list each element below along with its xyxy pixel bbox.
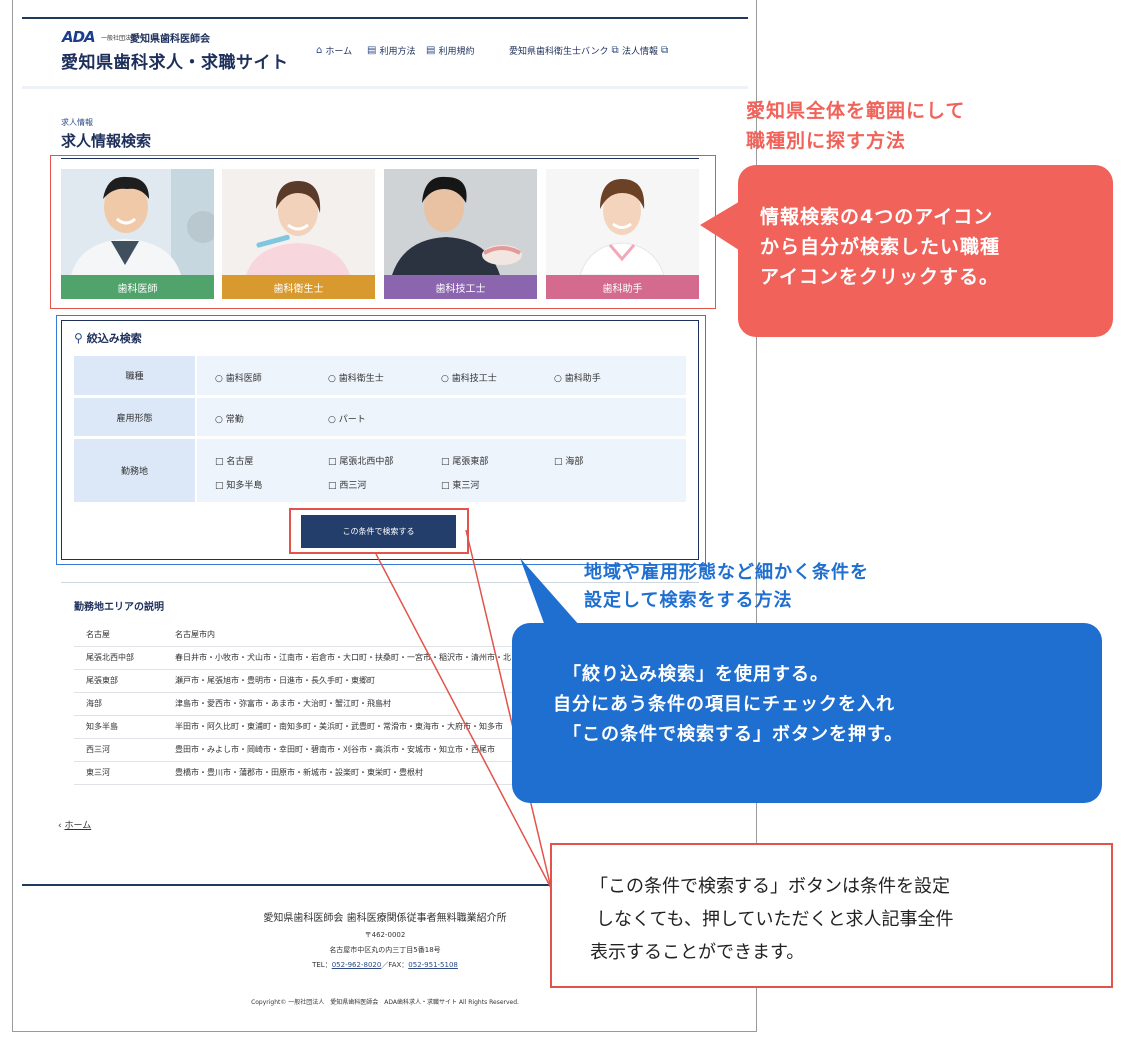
- annotation-line: 「この条件で検索する」ボタンは条件を設定: [590, 876, 950, 897]
- annotation-red-title-line: 愛知県全体を範囲にして: [746, 100, 966, 122]
- annotation-line: から自分が検索したい職種: [760, 236, 1001, 258]
- blue-bubble-pointer: [520, 558, 580, 626]
- annotation-red-title-line: 職種別に探す方法: [746, 130, 907, 152]
- annotation-blue-bubble-text: 「絞り込み検索」を使用する。 自分にあう条件の項目にチェックを入れ 「この条件で…: [553, 660, 1073, 750]
- annotation-note-text: 「この条件で検索する」ボタンは条件を設定 しなくても、押していただくと求人記事全…: [590, 870, 1100, 969]
- annotation-line: 表示することができます。: [590, 942, 805, 963]
- annotation-line: 情報検索の4つのアイコン: [760, 206, 994, 228]
- annotation-line: 「この条件で検索する」ボタンを押す。: [563, 724, 904, 745]
- annotation-blue-title-line: 地域や雇用形態など細かく条件を: [584, 562, 869, 583]
- annotation-line: しなくても、押していただくと求人記事全件: [596, 909, 954, 930]
- annotation-red-title: 愛知県全体を範囲にして 職種別に探す方法: [746, 96, 965, 156]
- annotation-red-bubble-text: 情報検索の4つのアイコン から自分が検索したい職種 アイコンをクリックする。: [760, 202, 1000, 292]
- annotation-line: アイコンをクリックする。: [760, 266, 1000, 288]
- annotation-blue-title: 地域や雇用形態など細かく条件を 設定して検索をする方法: [584, 559, 869, 615]
- annotation-blue-title-line: 設定して検索をする方法: [584, 590, 793, 611]
- annotation-line: 自分にあう条件の項目にチェックを入れ: [553, 694, 895, 715]
- red-bubble-pointer: [700, 200, 742, 252]
- annotation-line: 「絞り込み検索」を使用する。: [563, 664, 829, 685]
